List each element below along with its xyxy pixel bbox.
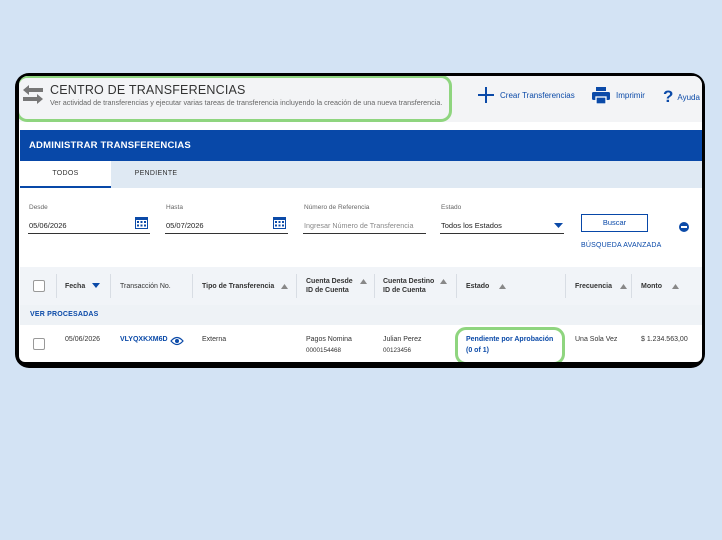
sort-asc-icon <box>671 283 679 289</box>
tab-pendiente[interactable]: PENDIENTE <box>111 161 201 188</box>
eye-icon[interactable] <box>170 336 184 346</box>
reference-number-label: Número de Referencia <box>304 204 370 211</box>
column-header-transaccion[interactable]: Transacción No. <box>120 282 171 291</box>
column-divider <box>456 274 457 298</box>
column-header-frecuencia[interactable]: Frecuencia <box>575 282 627 291</box>
tab-bar: TODOS PENDIENTE <box>20 161 702 188</box>
column-divider <box>631 274 632 298</box>
row-fecha: 05/06/2026 <box>65 336 101 343</box>
row-cuenta-destino-nombre: Julian Perez <box>383 336 422 343</box>
column-divider <box>192 274 193 298</box>
status-highlight-outline <box>455 327 565 362</box>
sort-asc-icon <box>281 283 289 289</box>
status-select[interactable]: Todos los Estados <box>441 221 502 230</box>
status-filter-label: Estado <box>441 204 462 211</box>
row-tipo: Externa <box>202 336 227 343</box>
row-cuenta-desde-id: 0000154468 <box>306 347 342 354</box>
from-date-label: Desde <box>29 204 48 211</box>
tab-todos[interactable]: TODOS <box>20 161 111 188</box>
column-label: Frecuencia <box>575 283 612 290</box>
section-header: ADMINISTRAR TRANSFERENCIAS <box>20 130 702 161</box>
to-date-value[interactable]: 05/07/2026 <box>166 221 204 230</box>
transaction-number-link[interactable]: VLYQXKXM6D <box>120 336 168 343</box>
print-label: Imprimir <box>616 91 645 100</box>
row-cuenta-destino-id: 00123456 <box>383 347 412 354</box>
to-date-label: Hasta <box>166 204 183 211</box>
transfer-center-screen: CENTRO DE TRANSFERENCIAS Ver actividad d… <box>19 76 702 362</box>
sort-asc-icon <box>499 283 507 289</box>
column-header-fecha[interactable]: Fecha <box>65 282 101 291</box>
calendar-icon[interactable] <box>273 217 286 229</box>
sort-desc-icon <box>92 283 101 289</box>
advanced-search-link[interactable]: BÚSQUEDA AVANZADA <box>581 242 662 249</box>
row-monto: $ 1.234.563,00 <box>641 336 688 343</box>
column-divider <box>110 274 111 298</box>
help-label: Ayuda <box>677 92 700 102</box>
sort-asc-icon <box>359 278 367 284</box>
title-highlight-outline <box>19 76 452 122</box>
column-header-estado[interactable]: Estado <box>466 282 507 291</box>
column-sublabel: ID de Cuenta <box>306 287 349 294</box>
column-label: Fecha <box>65 283 86 290</box>
row-checkbox[interactable] <box>33 338 45 350</box>
sort-asc-icon <box>440 278 448 284</box>
column-header-cuenta-destino[interactable]: Cuenta Destino ID de Cuenta <box>383 277 448 295</box>
sort-asc-icon <box>619 283 627 289</box>
print-button[interactable]: Imprimir <box>592 87 645 104</box>
question-mark-icon: ? <box>663 87 674 106</box>
column-header-monto[interactable]: Monto <box>641 282 679 291</box>
search-button[interactable]: Buscar <box>581 214 648 232</box>
processed-group-header: VER PROCESADAS <box>20 305 702 325</box>
printer-icon <box>592 87 610 104</box>
column-label: Cuenta Destino <box>383 278 435 285</box>
section-title: ADMINISTRAR TRANSFERENCIAS <box>29 140 191 151</box>
from-date-value[interactable]: 05/06/2026 <box>29 221 67 230</box>
column-label: Tipo de Transferencia <box>202 283 275 290</box>
column-header-tipo[interactable]: Tipo de Transferencia <box>202 282 289 291</box>
select-all-checkbox[interactable] <box>33 280 45 292</box>
plus-icon <box>478 87 494 103</box>
calendar-icon[interactable] <box>135 217 148 229</box>
reference-underline <box>303 233 426 234</box>
row-frecuencia: Una Sola Vez <box>575 336 618 343</box>
collapse-filters-icon[interactable] <box>679 222 689 232</box>
column-divider <box>296 274 297 298</box>
from-date-underline <box>28 233 150 234</box>
column-divider <box>565 274 566 298</box>
view-processed-link[interactable]: VER PROCESADAS <box>30 311 99 318</box>
column-divider <box>374 274 375 298</box>
column-label: Estado <box>466 283 490 290</box>
column-label: Monto <box>641 283 662 290</box>
column-sublabel: ID de Cuenta <box>383 287 426 294</box>
create-transfer-button[interactable]: Crear Transferencias <box>478 87 575 103</box>
chevron-down-icon[interactable] <box>554 223 563 229</box>
create-transfer-label: Crear Transferencias <box>500 90 575 100</box>
to-date-underline <box>165 233 288 234</box>
column-divider <box>56 274 57 298</box>
row-cuenta-desde-nombre: Pagos Nomina <box>306 336 352 343</box>
column-label: Cuenta Desde <box>306 278 353 285</box>
help-button[interactable]: ? Ayuda <box>663 87 700 107</box>
status-underline <box>440 233 564 234</box>
reference-number-input[interactable]: Ingresar Número de Transferencia <box>304 221 413 230</box>
column-header-cuenta-desde[interactable]: Cuenta Desde ID de Cuenta <box>306 277 367 295</box>
